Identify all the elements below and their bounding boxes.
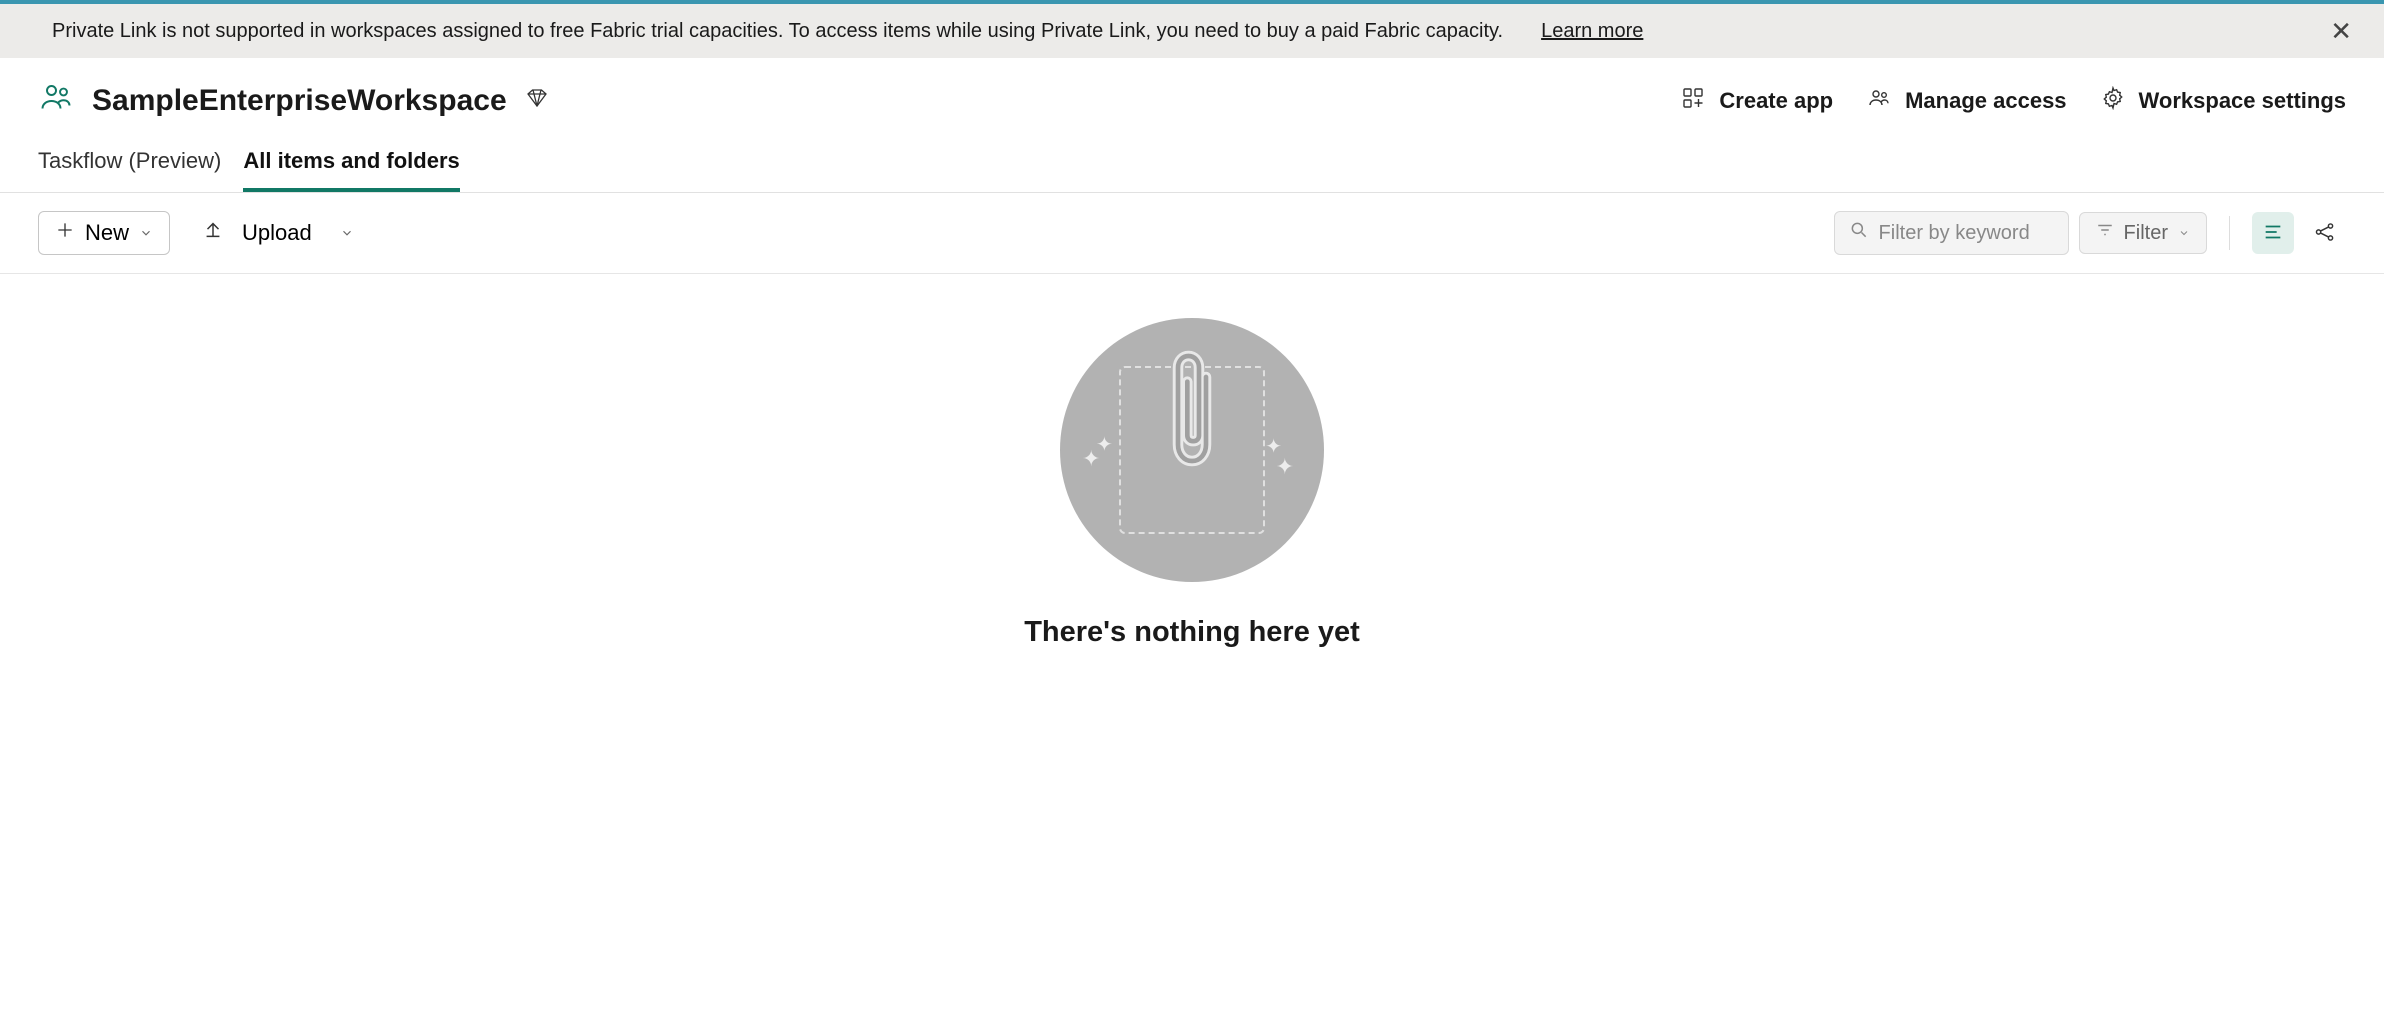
sparkle-icon: ✦ xyxy=(1082,446,1100,472)
tab-all-items[interactable]: All items and folders xyxy=(243,148,459,192)
paperclip-icon xyxy=(1160,342,1224,488)
search-icon xyxy=(1849,220,1869,246)
filter-button[interactable]: Filter xyxy=(2079,212,2207,254)
list-icon xyxy=(2262,221,2284,246)
tab-taskflow[interactable]: Taskflow (Preview) xyxy=(38,148,221,192)
lineage-icon xyxy=(2314,221,2336,246)
workspace-settings-button[interactable]: Workspace settings xyxy=(2101,86,2346,116)
manage-access-button[interactable]: Manage access xyxy=(1867,86,2066,116)
workspace-header: SampleEnterpriseWorkspace Create app xyxy=(0,58,2384,130)
learn-more-link[interactable]: Learn more xyxy=(1541,20,1643,43)
upload-icon xyxy=(202,219,224,247)
plus-icon xyxy=(55,220,75,246)
gear-icon xyxy=(2101,86,2125,116)
upload-button-label: Upload xyxy=(242,220,312,246)
chevron-down-icon xyxy=(2178,222,2190,245)
chevron-down-icon xyxy=(139,220,153,246)
manage-access-icon xyxy=(1867,86,1891,116)
empty-state-illustration: ✦ ✦ ✦ ✦ xyxy=(1060,318,1324,582)
empty-state: ✦ ✦ ✦ ✦ There's nothing here yet xyxy=(0,274,2384,649)
manage-access-label: Manage access xyxy=(1905,88,2066,114)
filter-input-wrap[interactable] xyxy=(1834,211,2069,255)
close-icon[interactable]: ✕ xyxy=(2322,18,2360,44)
list-view-button[interactable] xyxy=(2252,212,2294,254)
lineage-view-button[interactable] xyxy=(2304,212,2346,254)
divider xyxy=(2229,216,2230,250)
upload-button[interactable]: Upload xyxy=(202,219,354,247)
empty-state-title: There's nothing here yet xyxy=(1024,616,1360,649)
workspace-title: SampleEnterpriseWorkspace xyxy=(92,84,507,118)
filter-input[interactable] xyxy=(1879,222,2054,245)
notification-bar: Private Link is not supported in workspa… xyxy=(0,4,2384,58)
notification-message: Private Link is not supported in workspa… xyxy=(52,20,1503,43)
new-button[interactable]: New xyxy=(38,211,170,255)
tab-row: Taskflow (Preview) All items and folders xyxy=(0,130,2384,193)
premium-icon xyxy=(525,86,549,116)
new-button-label: New xyxy=(85,220,129,246)
chevron-down-icon xyxy=(340,220,354,246)
filter-button-label: Filter xyxy=(2124,222,2168,245)
workspace-settings-label: Workspace settings xyxy=(2139,88,2346,114)
create-app-button[interactable]: Create app xyxy=(1681,86,1833,116)
filter-icon xyxy=(2096,221,2114,245)
toolbar: New Upload Filter xyxy=(0,193,2384,274)
sparkle-icon: ✦ xyxy=(1276,454,1294,480)
workspace-icon xyxy=(38,80,74,122)
create-app-label: Create app xyxy=(1719,88,1833,114)
create-app-icon xyxy=(1681,86,1705,116)
